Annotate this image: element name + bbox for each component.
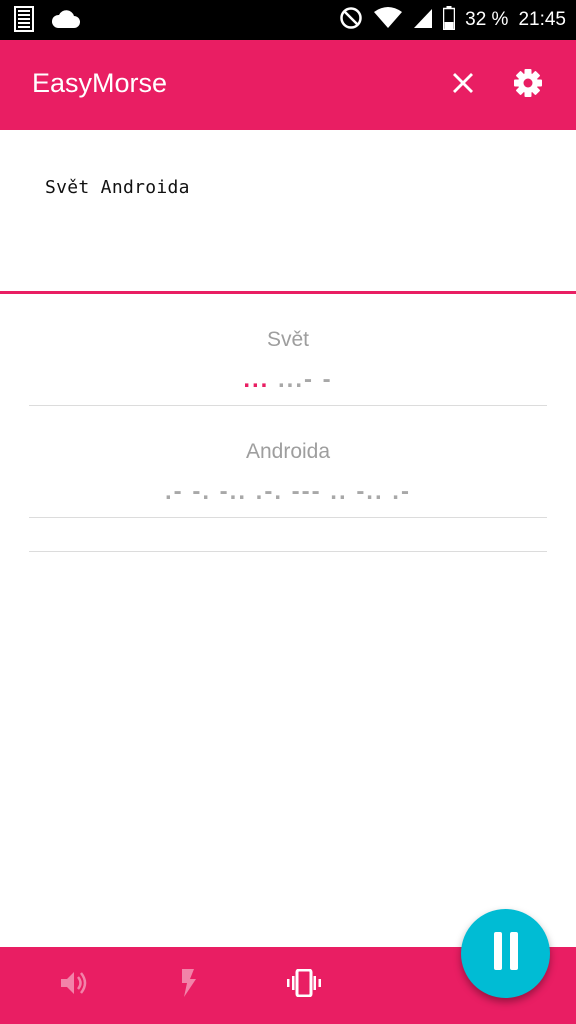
morse-played: ... (243, 366, 270, 393)
pause-button[interactable] (461, 909, 550, 998)
barcode-icon (14, 6, 34, 37)
vibrate-toggle-button[interactable] (284, 965, 324, 1005)
wifi-icon (373, 6, 403, 34)
settings-button[interactable] (508, 65, 548, 105)
app-bar: EasyMorse (0, 40, 576, 130)
flash-toggle-button[interactable] (168, 965, 208, 1005)
pause-icon (492, 931, 520, 976)
battery-icon (442, 5, 456, 35)
settings-gear-icon (513, 68, 543, 103)
morse-remaining: .- -. -.. .-. --- .. -.. .- (165, 478, 411, 505)
word-label: Svět (266, 328, 310, 351)
word-row[interactable]: Svět ... ...- - (29, 294, 547, 406)
cloud-icon (50, 8, 80, 35)
empty-word-row (29, 518, 547, 552)
word-row[interactable]: Androida .- -. -.. .-. --- .. -.. .- (29, 406, 547, 518)
clock: 21:45 (518, 9, 566, 30)
text-input[interactable]: Svět Androida (45, 177, 190, 198)
app-title: EasyMorse (32, 68, 168, 98)
sound-icon (58, 969, 88, 1002)
word-label: Androida (245, 440, 331, 463)
do-not-disturb-icon (339, 6, 363, 35)
morse-code: .- -. -.. .-. --- .. -.. .- (29, 478, 547, 506)
cell-signal-icon (413, 7, 433, 34)
translation-list: Svět ... ...- - Androida .- -. -.. .-. -… (29, 294, 547, 552)
battery-percent: 32 % (465, 9, 509, 30)
flash-icon (178, 968, 198, 1003)
clear-button[interactable] (443, 65, 483, 105)
close-icon (452, 72, 474, 99)
morse-code: ... ...- - (29, 366, 547, 394)
vibrate-icon (287, 968, 321, 1002)
status-bar: 32 % 21:45 (0, 0, 576, 40)
morse-remaining: ...- - (269, 366, 333, 393)
text-input-area[interactable]: Svět Androida (0, 130, 576, 292)
sound-toggle-button[interactable] (53, 965, 93, 1005)
